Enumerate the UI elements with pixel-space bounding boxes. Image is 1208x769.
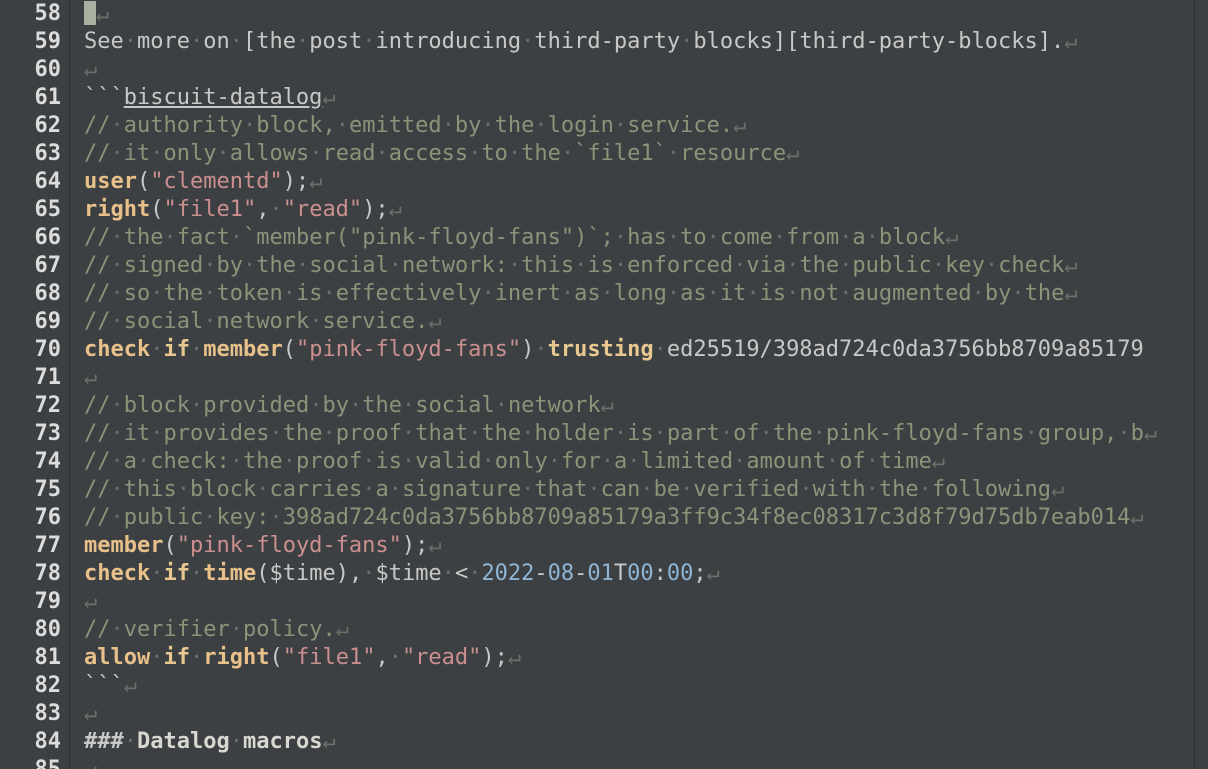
code-area[interactable]: See·more·on·[the·post·introducing·third-… [70, 0, 1194, 769]
line-number: 66 [0, 224, 69, 252]
code-line[interactable]: ↵ [84, 700, 1194, 728]
code-line[interactable]: check·if·member("pink-floyd-fans")·trust… [84, 336, 1194, 364]
line-number: 73 [0, 420, 69, 448]
line-number: 75 [0, 476, 69, 504]
code-line[interactable]: //·it·provides·the·proof·that·the·holder… [84, 420, 1194, 448]
code-line[interactable]: //·the·fact·`member("pink-floyd-fans")`;… [84, 224, 1194, 252]
code-line[interactable] [84, 0, 1194, 28]
line-number: 62 [0, 112, 69, 140]
code-line[interactable]: ↵ [84, 364, 1194, 392]
line-number: 77 [0, 532, 69, 560]
line-number: 84 [0, 728, 69, 756]
code-line[interactable]: //·signed·by·the·social·network:·this·is… [84, 252, 1194, 280]
line-number: 65 [0, 196, 69, 224]
code-line[interactable]: right("file1",·"read");↵ [84, 196, 1194, 224]
line-number: 63 [0, 140, 69, 168]
code-line[interactable]: //·it·only·allows·read·access·to·the·`fi… [84, 140, 1194, 168]
line-number: 76 [0, 504, 69, 532]
code-line[interactable]: //·so·the·token·is·effectively·inert·as·… [84, 280, 1194, 308]
line-number: 70 [0, 336, 69, 364]
code-line[interactable]: ↵ [84, 588, 1194, 616]
line-number: 74 [0, 448, 69, 476]
line-number: 80 [0, 616, 69, 644]
line-number: 81 [0, 644, 69, 672]
line-number: 82 [0, 672, 69, 700]
line-number: 64 [0, 168, 69, 196]
line-number: 85 [0, 756, 69, 769]
line-number: 83 [0, 700, 69, 728]
line-number: 78 [0, 560, 69, 588]
code-line[interactable]: ↵ [84, 56, 1194, 84]
line-number: 72 [0, 392, 69, 420]
line-number-gutter: 5859606162636465666768697071727374757677… [0, 0, 70, 769]
line-number: 68 [0, 280, 69, 308]
code-line[interactable]: check·if·time($time),·$time·<·2022-08-01… [84, 560, 1194, 588]
line-number: 61 [0, 84, 69, 112]
line-number: 58 [0, 0, 69, 28]
code-line[interactable]: member("pink-floyd-fans");↵ [84, 532, 1194, 560]
line-number: 71 [0, 364, 69, 392]
code-line[interactable]: allow·if·right("file1",·"read");↵ [84, 644, 1194, 672]
line-number: 60 [0, 56, 69, 84]
line-number: 59 [0, 28, 69, 56]
code-line[interactable]: //·authority·block,·emitted·by·the·login… [84, 112, 1194, 140]
code-line[interactable]: user("clementd");↵ [84, 168, 1194, 196]
code-line[interactable]: //·this·block·carries·a·signature·that·c… [84, 476, 1194, 504]
code-line[interactable]: ```biscuit-datalog↵ [84, 84, 1194, 112]
scrollbar-track[interactable] [1194, 0, 1208, 769]
code-line[interactable]: //·block·provided·by·the·social·network↵ [84, 392, 1194, 420]
line-number: 79 [0, 588, 69, 616]
code-line[interactable]: //·verifier·policy.↵ [84, 616, 1194, 644]
line-number: 69 [0, 308, 69, 336]
code-editor: 5859606162636465666768697071727374757677… [0, 0, 1208, 769]
code-line[interactable]: ```↵ [84, 672, 1194, 700]
text-cursor [84, 1, 96, 25]
code-line[interactable]: ↵ [84, 756, 1194, 769]
code-line[interactable]: //·social·network·service.↵ [84, 308, 1194, 336]
code-line[interactable]: See·more·on·[the·post·introducing·third-… [84, 28, 1194, 56]
code-line[interactable]: //·public·key:·398ad724c0da3756bb8709a85… [84, 504, 1194, 532]
code-line[interactable]: ###·Datalog·macros↵ [84, 728, 1194, 756]
code-line[interactable]: //·a·check:·the·proof·is·valid·only·for·… [84, 448, 1194, 476]
line-number: 67 [0, 252, 69, 280]
